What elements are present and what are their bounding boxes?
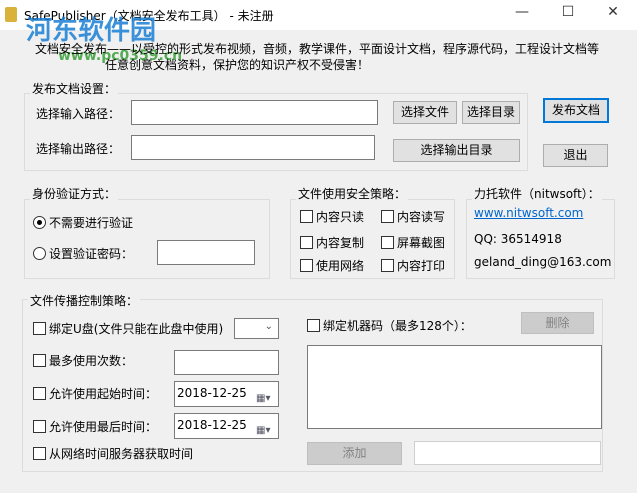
net-time-label: 从网络时间服务器获取时间 [49, 447, 194, 461]
publish-settings-label: 发布文档设置： [30, 80, 119, 97]
network-checkbox[interactable]: 使用网络 [300, 257, 364, 274]
vendor-label: 力托软件（nitwsoft）： [472, 185, 602, 202]
calendar-icon[interactable]: ▦▾ [256, 419, 274, 436]
readwrite-label: 内容读写 [397, 210, 446, 224]
start-date-picker[interactable]: 2018-12-25 ▦▾ [174, 381, 279, 407]
maximize-button[interactable]: ☐ [556, 4, 580, 24]
spread-label: 文件传播控制策略： [28, 292, 141, 309]
machine-code-field[interactable] [414, 441, 601, 465]
checkbox-icon [33, 387, 46, 400]
max-uses-label: 最多使用次数： [49, 354, 134, 368]
bind-usb-checkbox[interactable]: 绑定U盘(文件只能在此盘中使用) [33, 320, 223, 337]
checkbox-icon [381, 259, 394, 272]
net-time-checkbox[interactable]: 从网络时间服务器获取时间 [33, 445, 193, 462]
publish-button[interactable]: 发布文档 [543, 98, 609, 123]
start-time-checkbox[interactable]: 允许使用起始时间： [33, 385, 157, 402]
machine-code-list[interactable] [307, 345, 602, 429]
checkbox-icon [381, 236, 394, 249]
checkbox-icon [33, 447, 46, 460]
no-verify-radio[interactable]: 不需要进行验证 [33, 214, 133, 231]
checkbox-icon [307, 319, 320, 332]
select-output-dir-button[interactable]: 选择输出目录 [393, 139, 520, 162]
input-path-field[interactable] [131, 100, 378, 125]
calendar-icon[interactable]: ▦▾ [256, 387, 274, 404]
checkbox-icon [33, 322, 46, 335]
output-path-field[interactable] [131, 135, 375, 160]
end-date-value: 2018-12-25 [177, 418, 247, 432]
screenshot-label: 屏幕截图 [397, 236, 446, 250]
close-button[interactable]: ✕ [601, 4, 625, 24]
bind-usb-label: 绑定U盘(文件只能在此盘中使用) [49, 322, 224, 336]
print-checkbox[interactable]: 内容打印 [381, 257, 445, 274]
app-icon [5, 7, 17, 22]
checkbox-icon [300, 259, 313, 272]
max-uses-field[interactable] [174, 350, 279, 375]
exit-button[interactable]: 退出 [543, 144, 608, 167]
screenshot-checkbox[interactable]: 屏幕截图 [381, 234, 445, 251]
checkbox-icon [33, 354, 46, 367]
checkbox-icon [300, 210, 313, 223]
description-line1: 文档安全发布——以受控的形式发布视频，音频，教学课件，平面设计文档，程序源代码，… [35, 42, 600, 56]
start-time-label: 允许使用起始时间： [49, 387, 158, 401]
checkbox-icon [381, 210, 394, 223]
network-label: 使用网络 [316, 259, 365, 273]
checkbox-icon [300, 236, 313, 249]
checkbox-icon [33, 420, 46, 433]
readonly-label: 内容只读 [316, 210, 365, 224]
start-date-value: 2018-12-25 [177, 386, 247, 400]
readonly-checkbox[interactable]: 内容只读 [300, 208, 364, 225]
chevron-down-icon: ⌄ [264, 321, 273, 332]
select-file-button[interactable]: 选择文件 [393, 101, 457, 124]
qq-text: QQ: 36514918 [474, 232, 562, 246]
end-date-picker[interactable]: 2018-12-25 ▦▾ [174, 413, 279, 439]
set-password-label: 设置验证密码： [49, 247, 134, 261]
description-line2: 任意创意文档资料，保护您的知识产权不受侵害！ [105, 58, 370, 72]
bind-machine-label: 绑定机器码（最多128个）： [323, 319, 472, 333]
radio-selected-icon [33, 216, 46, 229]
password-field[interactable] [157, 240, 255, 265]
add-button[interactable]: 添加 [307, 442, 402, 465]
end-time-checkbox[interactable]: 允许使用最后时间： [33, 418, 157, 435]
output-path-label: 选择输出路径： [36, 142, 121, 156]
readwrite-checkbox[interactable]: 内容读写 [381, 208, 445, 225]
radio-icon [33, 247, 46, 260]
bind-machine-checkbox[interactable]: 绑定机器码（最多128个）： [307, 317, 472, 334]
usb-dropdown[interactable]: ⌄ [234, 318, 279, 339]
max-uses-checkbox[interactable]: 最多使用次数： [33, 352, 133, 369]
security-label: 文件使用安全策略： [296, 185, 409, 202]
input-path-label: 选择输入路径： [36, 107, 121, 121]
minimize-button[interactable]: — [510, 4, 534, 24]
select-dir-button[interactable]: 选择目录 [462, 101, 520, 124]
auth-label: 身份验证方式： [30, 185, 119, 202]
delete-button[interactable]: 删除 [521, 312, 594, 334]
no-verify-label: 不需要进行验证 [49, 216, 134, 230]
print-label: 内容打印 [397, 259, 446, 273]
copy-label: 内容复制 [316, 236, 365, 250]
email-text: geland_ding@163.com [474, 255, 612, 269]
auth-group [24, 199, 270, 279]
set-password-radio[interactable]: 设置验证密码： [33, 245, 133, 262]
website-link[interactable]: www.nitwsoft.com [474, 206, 583, 220]
copy-checkbox[interactable]: 内容复制 [300, 234, 364, 251]
end-time-label: 允许使用最后时间： [49, 420, 158, 434]
